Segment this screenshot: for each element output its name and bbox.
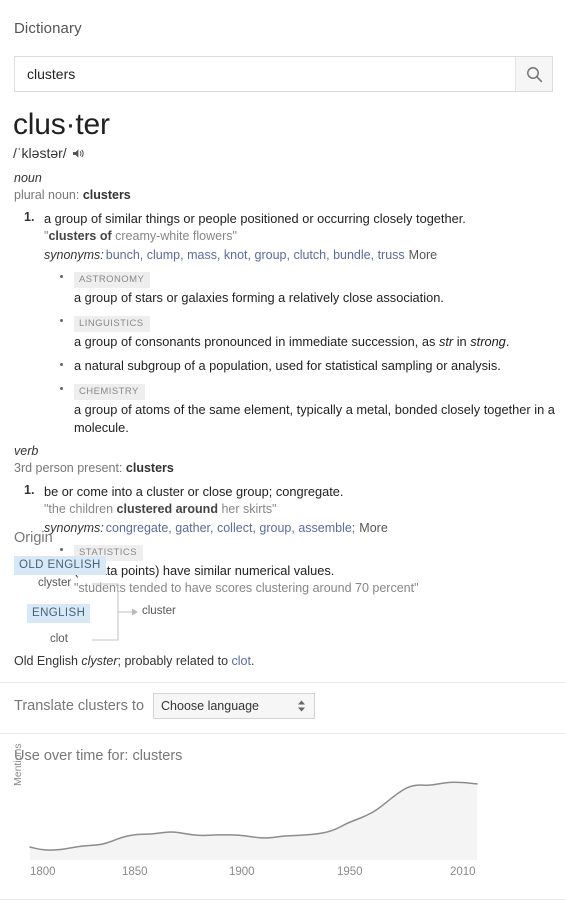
sense-gloss: a group of similar things or people posi…: [44, 210, 466, 226]
subject-tag: ASTRONOMY: [74, 271, 151, 288]
gloss-mid: in: [453, 333, 471, 349]
inflection-word: clusters: [82, 187, 131, 202]
search-bar: [14, 56, 553, 92]
subsense-gloss: a group of stars or galaxies forming a r…: [74, 289, 444, 305]
synonym-link[interactable]: bundle,: [333, 248, 374, 262]
subsense-item: ASTRONOMY a group of stars or galaxies f…: [60, 269, 555, 307]
subsense-gloss: a group of consonants pronounced in imme…: [74, 333, 555, 351]
synonym-link[interactable]: bunch,: [106, 248, 144, 262]
pos-block-noun: noun plural noun: clusters 1. a group of…: [0, 170, 565, 437]
chart-x-tick: 1800: [30, 866, 56, 878]
note-italic: clyster: [81, 654, 118, 668]
sense-number: 1.: [24, 482, 35, 497]
example-bold: clustered around: [116, 502, 218, 517]
divider-bottom: [0, 899, 565, 900]
subsense-item: LINGUISTICS a group of consonants pronou…: [60, 313, 555, 351]
etymology-diagram: OLD ENGLISH clyster ENGLISH clot cluster: [14, 556, 344, 652]
note-post: .: [250, 654, 255, 668]
lang-badge-english: ENGLISH: [27, 604, 91, 623]
search-button[interactable]: [515, 57, 552, 91]
divider-translate-bottom: [0, 733, 565, 734]
synonym-link[interactable]: mass,: [187, 248, 220, 262]
subsense-gloss: a group of atoms of the same element, ty…: [74, 401, 555, 436]
etymology-word-clyster: clyster: [38, 577, 72, 589]
chart-x-tick: 1950: [337, 866, 363, 878]
language-select-wrap: Choose language: [153, 693, 316, 719]
origin-title: Origin: [14, 530, 53, 546]
inflection-label: plural noun:: [14, 187, 80, 202]
origin-section: Origin OLD ENGLISH clyster ENGLISH clot …: [0, 530, 565, 668]
gloss-post: .: [505, 333, 510, 349]
sense-list-noun: 1. a group of similar things or people p…: [0, 210, 565, 437]
subsense-gloss: a natural subgroup of a population, used…: [74, 357, 501, 373]
sense-gloss: be or come into a cluster or close group…: [44, 483, 344, 499]
subsense-item: a natural subgroup of a population, used…: [60, 357, 555, 375]
part-of-speech: verb: [14, 444, 39, 459]
translate-label: Translate clusters to: [14, 698, 145, 714]
pronunciation-row: /ˈkləstər/: [13, 145, 85, 161]
synonym-link[interactable]: clutch,: [293, 248, 329, 262]
synonyms-label: synonyms:: [44, 247, 104, 262]
subject-tag: LINGUISTICS: [74, 315, 150, 332]
dictionary-page: Dictionary clus·ter /ˈkləstər/ no: [0, 0, 565, 910]
usage-chart: [0, 775, 565, 895]
note-mid: ; probably related to: [117, 654, 232, 668]
sense-number: 1.: [24, 209, 35, 224]
chart-x-tick: 2010: [450, 866, 476, 878]
speaker-icon[interactable]: [72, 147, 85, 160]
inflection-line: 3rd person present: clusters: [0, 460, 565, 477]
etymology-target-word: cluster: [142, 605, 176, 617]
sense-example: "the children clustered around her skirt…: [44, 501, 555, 519]
subject-tag: CHEMISTRY: [74, 384, 145, 400]
gloss-italic: strong: [470, 333, 506, 349]
page-title: Dictionary: [14, 20, 82, 37]
gloss-italic: str: [438, 333, 454, 349]
lang-badge-old-english: OLD ENGLISH: [14, 556, 106, 575]
usage-chart-svg: [29, 781, 478, 860]
more-synonyms-link[interactable]: More: [409, 248, 437, 262]
sense-example: "clusters of creamy-white flowers": [44, 228, 555, 246]
note-pre: Old English: [14, 654, 82, 668]
example-rest: creamy-white flowers": [111, 228, 237, 243]
search-icon: [526, 66, 543, 83]
inflection-word: clusters: [125, 461, 174, 476]
part-of-speech: noun: [14, 171, 42, 185]
example-rest: her skirts": [217, 502, 277, 517]
language-select[interactable]: Choose language: [153, 693, 316, 719]
origin-related-link[interactable]: clot: [232, 654, 251, 668]
gloss-pre: a group of consonants pronounced in imme…: [74, 333, 439, 349]
sense-item: 1. a group of similar things or people p…: [24, 210, 555, 437]
divider-translate-top: [0, 682, 565, 683]
inflection-line: plural noun: clusters: [0, 187, 565, 204]
synonyms-line: synonyms: bunch, clump, mass, knot, group…: [44, 246, 555, 264]
phonetic-transcription: /ˈkləstər/: [13, 145, 67, 161]
synonym-link[interactable]: clump,: [147, 248, 184, 262]
inflection-label: 3rd person present:: [14, 461, 123, 476]
example-bold: clusters of: [48, 228, 112, 243]
subsense-list: ASTRONOMY a group of stars or galaxies f…: [44, 269, 555, 437]
headword: clus·ter: [13, 108, 110, 141]
synonym-link[interactable]: truss: [378, 248, 405, 262]
usage-chart-title: Use over time for: clusters: [14, 748, 183, 764]
synonym-link[interactable]: knot,: [224, 248, 251, 262]
subsense-item: CHEMISTRY a group of atoms of the same e…: [60, 381, 555, 437]
chart-x-tick: 1900: [229, 866, 255, 878]
search-input[interactable]: [15, 57, 515, 91]
example-prefix: "the children: [44, 502, 117, 517]
origin-note: Old English clyster; probably related to…: [0, 654, 565, 668]
etymology-word-clot: clot: [50, 633, 68, 645]
translate-section: Translate clusters to Choose language: [14, 693, 316, 719]
chart-x-tick: 1850: [122, 866, 148, 878]
synonym-link[interactable]: group,: [255, 248, 290, 262]
